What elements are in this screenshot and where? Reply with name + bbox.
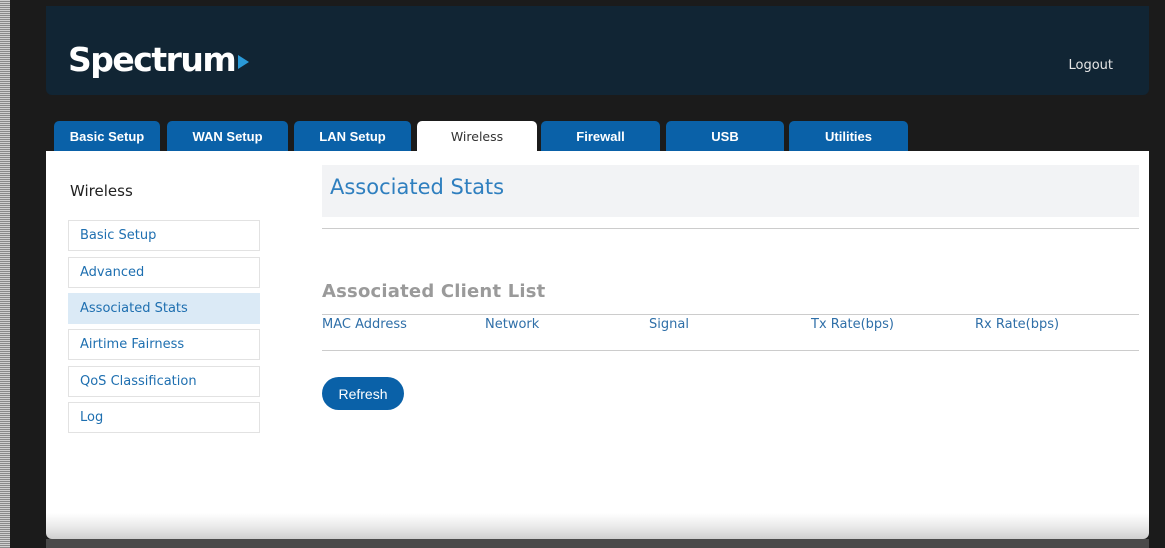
sidebar-item-airtime-fairness[interactable]: Airtime Fairness [68,329,260,360]
column-header-rx-rate: Rx Rate(bps) [975,317,1060,332]
tab-utilities[interactable]: Utilities [789,121,908,151]
page-title-box: Associated Stats [322,165,1139,217]
tab-lan-setup[interactable]: LAN Setup [294,121,411,151]
sidebar-item-qos-classification[interactable]: QoS Classification [68,366,260,397]
main-nav-tabs: Basic Setup WAN Setup LAN Setup Wireless… [46,121,1149,151]
logo-text: Spectrum [68,40,237,79]
sidebar-item-log[interactable]: Log [68,402,260,433]
content-panel: Wireless Basic Setup Advanced Associated… [46,151,1149,513]
refresh-button[interactable]: Refresh [322,377,404,410]
tab-wan-setup[interactable]: WAN Setup [167,121,288,151]
tab-wireless[interactable]: Wireless [417,121,537,151]
tab-basic-setup[interactable]: Basic Setup [54,121,160,151]
logo-arrow-icon [238,54,250,69]
spectrum-logo[interactable]: Spectrum [68,40,250,79]
column-header-signal: Signal [649,317,689,332]
sidebar-item-associated-stats[interactable]: Associated Stats [68,293,260,324]
sidebar-item-advanced[interactable]: Advanced [68,257,260,288]
tab-firewall[interactable]: Firewall [541,121,660,151]
column-header-mac-address: MAC Address [322,317,407,332]
logout-link[interactable]: Logout [1068,58,1113,73]
tab-usb[interactable]: USB [666,121,784,151]
bottom-band [46,539,1149,548]
footer-bar [46,513,1149,539]
column-header-network: Network [485,317,540,332]
page-title: Associated Stats [330,175,505,199]
top-header: Spectrum Logout [46,6,1149,95]
sidebar-title: Wireless [70,182,133,200]
window-edge-strip [0,0,10,548]
table-bottom-rule [322,350,1139,351]
section-title: Associated Client List [322,281,546,302]
table-top-rule [322,314,1139,315]
column-header-tx-rate: Tx Rate(bps) [811,317,894,332]
sidebar-item-basic-setup[interactable]: Basic Setup [68,220,260,251]
title-divider [322,228,1139,229]
